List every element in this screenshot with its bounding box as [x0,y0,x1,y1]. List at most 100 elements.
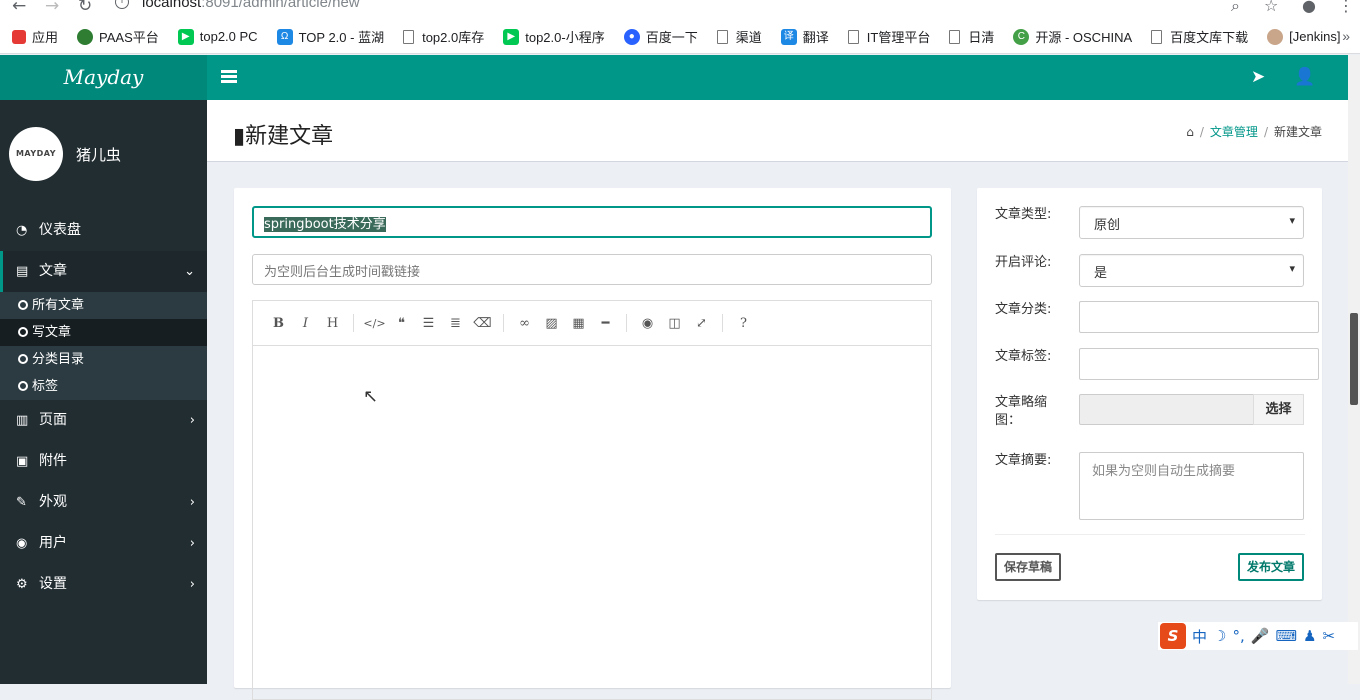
breadcrumb-section[interactable]: 文章管理 [1210,125,1258,139]
home-icon[interactable]: ⌂ [1186,125,1194,139]
editor-textarea[interactable]: ↖ [253,346,931,700]
side-by-side-icon[interactable]: ◫ [661,316,688,331]
submenu-all-articles[interactable]: 所有文章 [0,292,207,319]
bookmark-daily[interactable]: 日清 [949,27,994,46]
submenu-write-article[interactable]: 写文章 [0,319,207,346]
punctuation-icon[interactable]: °, [1232,627,1244,645]
top-navbar: ➤ 👤 [207,55,1360,100]
bookmark-baidu[interactable]: ● 百度一下 [623,27,698,46]
italic-icon[interactable]: I [292,316,319,331]
thumbnail-input[interactable] [1079,394,1254,425]
account-icon[interactable]: ● [1302,0,1316,15]
sidebar-item-users[interactable]: ◉ 用户 › [0,523,207,564]
chevron-right-icon: › [189,413,195,428]
user-icon[interactable]: 👤 [1294,67,1315,87]
sidebar-item-attachments[interactable]: ▣ 附件 [0,441,207,482]
eraser-icon[interactable]: ⌫ [469,316,496,331]
horizontal-rule-icon[interactable]: ━ [592,316,619,331]
submenu-categories[interactable]: 分类目录 [0,346,207,373]
mic-icon[interactable]: 🎤 [1251,627,1270,645]
link-icon[interactable]: ∞ [511,316,538,331]
scrollbar-thumb[interactable] [1350,313,1358,405]
help-icon[interactable]: ? [730,316,757,331]
bookmark-it[interactable]: IT管理平台 [847,27,930,46]
star-icon[interactable]: ☆ [1264,0,1278,15]
bookmarks-more-icon[interactable]: » [1342,28,1350,44]
sidebar-item-label: 附件 [39,453,67,469]
sidebar-item-articles[interactable]: ▤ 文章 ⌄ [0,251,207,292]
wrench-icon[interactable]: ✂ [1323,627,1336,645]
sogou-icon[interactable]: S [1160,623,1186,649]
sidebar-item-pages[interactable]: ▥ 页面 › [0,400,207,441]
submenu-tags[interactable]: 标签 [0,373,207,400]
summary-textarea[interactable]: 如果为空则自动生成摘要 [1079,452,1304,520]
code-icon[interactable]: </> [361,317,388,330]
unordered-list-icon[interactable]: ☰ [415,316,442,331]
quote-icon[interactable]: ❝ [388,316,415,331]
publish-button[interactable]: 发布文章 [1238,553,1304,581]
sidebar-item-appearance[interactable]: ✎ 外观 › [0,482,207,523]
info-icon[interactable]: i [115,0,129,9]
keyboard-icon[interactable]: ⌨ [1275,627,1297,645]
breadcrumb: ⌂ / 文章管理 / 新建文章 [1186,125,1322,139]
paper-plane-icon[interactable]: ➤ [1251,67,1265,87]
bookmark-miniprogram[interactable]: ▶ top2.0-小程序 [503,27,605,46]
translate-icon: 译 [780,28,797,45]
fullscreen-icon[interactable]: ⤢ [688,316,715,331]
oschina-icon: C [1013,28,1030,45]
choose-thumbnail-button[interactable]: 选择 [1253,394,1304,425]
tags-input[interactable] [1079,348,1319,380]
bold-icon[interactable]: B [265,316,292,331]
type-select[interactable]: 原创 [1079,206,1304,239]
back-icon[interactable]: ← [12,0,26,16]
markdown-editor: B I H </> ❝ ☰ ≣ ⌫ ∞ ▨ ▦ ━ ◉ ◫ ⤢ ? ↖ [252,300,932,700]
comment-select[interactable]: 是 [1079,254,1304,287]
hamburger-menu-icon[interactable] [221,70,237,83]
slug-input[interactable]: 为空则后台生成时间戳链接 [252,254,932,285]
bookmark-paas[interactable]: PAAS平台 [77,27,159,46]
bookmark-lanhu[interactable]: Ω TOP 2.0 - 蓝湖 [276,27,384,46]
title-input-value: springboot技术分享 [264,217,386,232]
bookmark-channel[interactable]: 渠道 [716,27,762,46]
bookmark-label: [Jenkins] [1289,29,1341,44]
chevron-down-icon: ⌄ [184,264,195,279]
title-input[interactable]: springboot技术分享 [252,206,932,238]
heading-icon[interactable]: H [319,316,346,331]
forward-icon[interactable]: → [45,0,59,16]
reload-icon[interactable]: ↻ [78,0,92,16]
skin-icon[interactable]: ♟ [1303,627,1316,645]
menu-dots-icon[interactable]: ⋮ [1338,0,1354,15]
ordered-list-icon[interactable]: ≣ [442,316,469,331]
page-scrollbar[interactable] [1348,55,1360,684]
ime-mode-icon[interactable]: 中 [1192,626,1207,647]
zoom-icon[interactable]: ⌕ [1231,0,1240,16]
preview-icon[interactable]: ◉ [634,316,661,331]
bookmark-label: top2.0库存 [422,30,485,45]
bookmark-label: 渠道 [735,30,762,45]
ime-toolbar: S 中 ☽ °, 🎤 ⌨ ♟ ✂ [1158,622,1358,650]
bookmark-translate[interactable]: 译翻译 [780,27,829,46]
bookmark-apps[interactable]: 应用 [12,27,58,46]
sidebar-item-dashboard[interactable]: ◔ 仪表盘 [0,210,207,251]
page-header: ▮新建文章 ⌂ / 文章管理 / 新建文章 [207,100,1360,162]
moon-icon[interactable]: ☽ [1213,627,1226,645]
bookmark-stock[interactable]: top2.0库存 [403,27,484,46]
chevron-right-icon: › [189,536,195,551]
save-draft-button[interactable]: 保存草稿 [995,553,1061,581]
bookmark-label: 翻译 [802,30,829,45]
settings-box: 文章类型: 原创 开启评论: 是 文章分类: 文章标签: 文章略缩图： 选择 文… [977,188,1322,600]
address-bar[interactable]: localhost:8091/admin/article/new [142,0,360,11]
table-icon[interactable]: ▦ [565,316,592,331]
book-icon: ▤ [16,264,29,279]
circle-icon [18,354,28,364]
book-icon: ▮ [233,124,246,149]
bookmark-top2-pc[interactable]: ▶ top2.0 PC [177,28,258,45]
bookmark-oschina[interactable]: C 开源 - OSCHINA [1013,27,1132,46]
sidebar-menu: ◔ 仪表盘 ▤ 文章 ⌄ 所有文章 写文章 分类目录 标签 ▥ 页面 › ▣ 附件 ✎ 外观 ›… [0,210,207,605]
bookmark-wenku[interactable]: 百度文库下载 [1151,27,1248,46]
category-input[interactable] [1079,301,1319,333]
image-icon[interactable]: ▨ [538,316,565,331]
logo[interactable]: Mayday [0,55,207,100]
sidebar-item-settings[interactable]: ⚙ 设置 › [0,564,207,605]
bookmark-jenkins[interactable]: [Jenkins] [1267,28,1341,45]
